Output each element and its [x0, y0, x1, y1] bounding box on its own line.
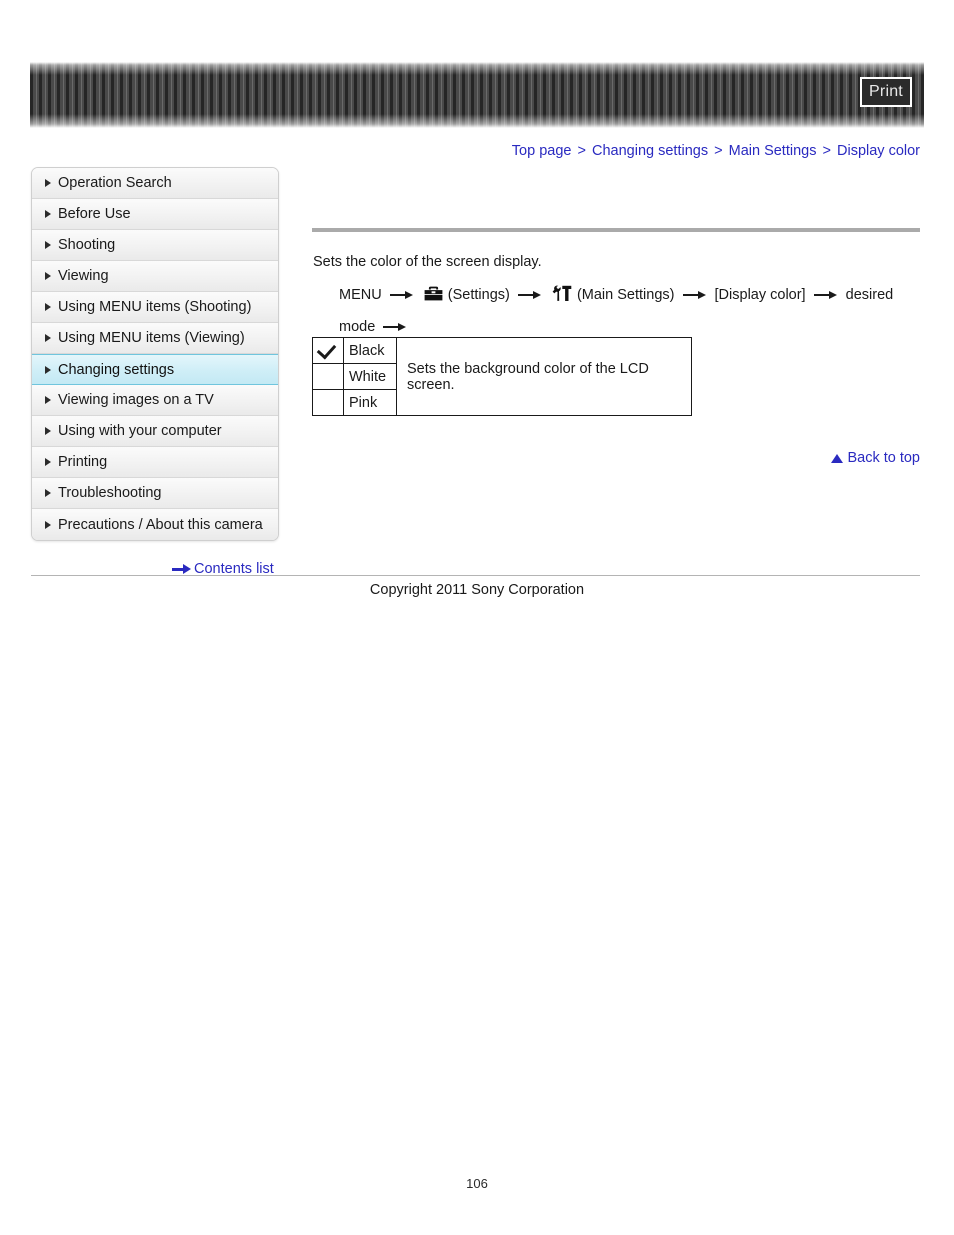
- page-number: 106: [466, 1176, 488, 1191]
- sidebar-item-using-menu-items-viewing[interactable]: Using MENU items (Viewing): [32, 323, 278, 354]
- sidebar-item-label: Using MENU items (Shooting): [58, 299, 252, 315]
- table-row: Black Sets the background color of the L…: [312, 337, 692, 416]
- triangle-bullet-icon: [45, 210, 51, 218]
- sidebar-item-label: Precautions / About this camera: [58, 516, 263, 533]
- option-name[interactable]: Pink: [343, 389, 397, 416]
- arrow-right-icon: [389, 290, 414, 300]
- triangle-bullet-icon: [45, 427, 51, 435]
- sidebar-item-label: Viewing: [58, 268, 109, 284]
- settings-label: (Settings): [447, 287, 510, 303]
- breadcrumb-separator: >: [577, 143, 586, 159]
- triangle-bullet-icon: [45, 272, 51, 280]
- print-button[interactable]: Print: [860, 77, 912, 107]
- triangle-bullet-icon: [45, 241, 51, 249]
- triangle-bullet-icon: [45, 520, 51, 529]
- arrow-right-icon: [172, 564, 191, 574]
- triangle-up-icon: [831, 453, 844, 463]
- sidebar-item-label: Viewing images on a TV: [58, 392, 214, 408]
- intro-text: Sets the color of the screen display.: [313, 254, 542, 270]
- sidebar-item-operation-search[interactable]: Operation Search: [32, 168, 278, 199]
- sidebar-item-troubleshooting[interactable]: Troubleshooting: [32, 478, 278, 509]
- arrow-right-icon: [517, 290, 542, 300]
- sidebar-item-label: Before Use: [58, 206, 131, 222]
- selected-checkmark-cell: [312, 337, 344, 364]
- footer-divider: [31, 575, 920, 576]
- arrow-right-icon: [383, 322, 407, 332]
- arrow-right-icon: [682, 290, 707, 300]
- breadcrumb-item-main-settings[interactable]: Main Settings: [729, 143, 817, 159]
- selected-checkmark-cell: [312, 389, 344, 416]
- menu-path-menu-label: MENU: [339, 287, 382, 303]
- content-divider: [312, 228, 920, 232]
- settings-toolbox-icon: [424, 284, 443, 313]
- sidebar-item-label: Shooting: [58, 237, 116, 253]
- triangle-bullet-icon: [45, 365, 51, 374]
- sidebar-item-label: Operation Search: [58, 175, 172, 191]
- sidebar-item-before-use[interactable]: Before Use: [32, 199, 278, 230]
- triangle-bullet-icon: [45, 396, 51, 404]
- sidebar-item-label: Using with your computer: [58, 423, 222, 439]
- sidebar-item-label: Using MENU items (Viewing): [58, 330, 245, 346]
- main-settings-wrench-icon: [552, 284, 572, 313]
- checkmark-icon: [318, 340, 338, 358]
- option-name[interactable]: White: [343, 363, 397, 390]
- breadcrumb-item-changing-settings[interactable]: Changing settings: [592, 143, 708, 159]
- sidebar-item-shooting[interactable]: Shooting: [32, 230, 278, 261]
- sidebar-item-viewing-images-on-a-tv[interactable]: Viewing images on a TV: [32, 385, 278, 416]
- option-description: Sets the background color of the LCD scr…: [396, 337, 692, 416]
- breadcrumb-separator: >: [822, 143, 831, 159]
- triangle-bullet-icon: [45, 334, 51, 342]
- display-color-options-table: Black Sets the background color of the L…: [312, 337, 692, 416]
- triangle-bullet-icon: [45, 179, 51, 187]
- breadcrumb-item-top-page[interactable]: Top page: [512, 143, 572, 159]
- triangle-bullet-icon: [45, 458, 51, 466]
- back-to-top-link[interactable]: Back to top: [831, 450, 920, 466]
- arrow-right-icon: [813, 290, 838, 300]
- sidebar-item-precautions-about-this-camera[interactable]: Precautions / About this camera: [32, 509, 278, 540]
- breadcrumb: Top page > Changing settings > Main Sett…: [512, 143, 920, 159]
- header-banner: Print: [30, 62, 924, 128]
- breadcrumb-separator: >: [714, 143, 723, 159]
- sidebar-item-label: Troubleshooting: [58, 485, 162, 501]
- sidebar-item-printing[interactable]: Printing: [32, 447, 278, 478]
- selected-checkmark-cell: [312, 363, 344, 390]
- sidebar-item-using-menu-items-shooting[interactable]: Using MENU items (Shooting): [32, 292, 278, 323]
- triangle-bullet-icon: [45, 303, 51, 311]
- sidebar-item-viewing[interactable]: Viewing: [32, 261, 278, 292]
- main-settings-label: (Main Settings): [576, 287, 675, 303]
- sidebar-item-using-with-your-computer[interactable]: Using with your computer: [32, 416, 278, 447]
- sidebar-item-label: Changing settings: [58, 361, 175, 378]
- menu-item-label: [Display color]: [714, 287, 806, 303]
- breadcrumb-item-display-color[interactable]: Display color: [837, 143, 920, 159]
- triangle-bullet-icon: [45, 489, 51, 497]
- copyright-text: Copyright 2011 Sony Corporation: [369, 582, 585, 598]
- sidebar: Operation Search Before Use Shooting Vie…: [31, 167, 279, 541]
- sidebar-item-label: Printing: [58, 454, 108, 470]
- option-name[interactable]: Black: [343, 337, 397, 364]
- sidebar-item-changing-settings[interactable]: Changing settings: [32, 354, 278, 385]
- back-to-top-label: Back to top: [847, 450, 920, 466]
